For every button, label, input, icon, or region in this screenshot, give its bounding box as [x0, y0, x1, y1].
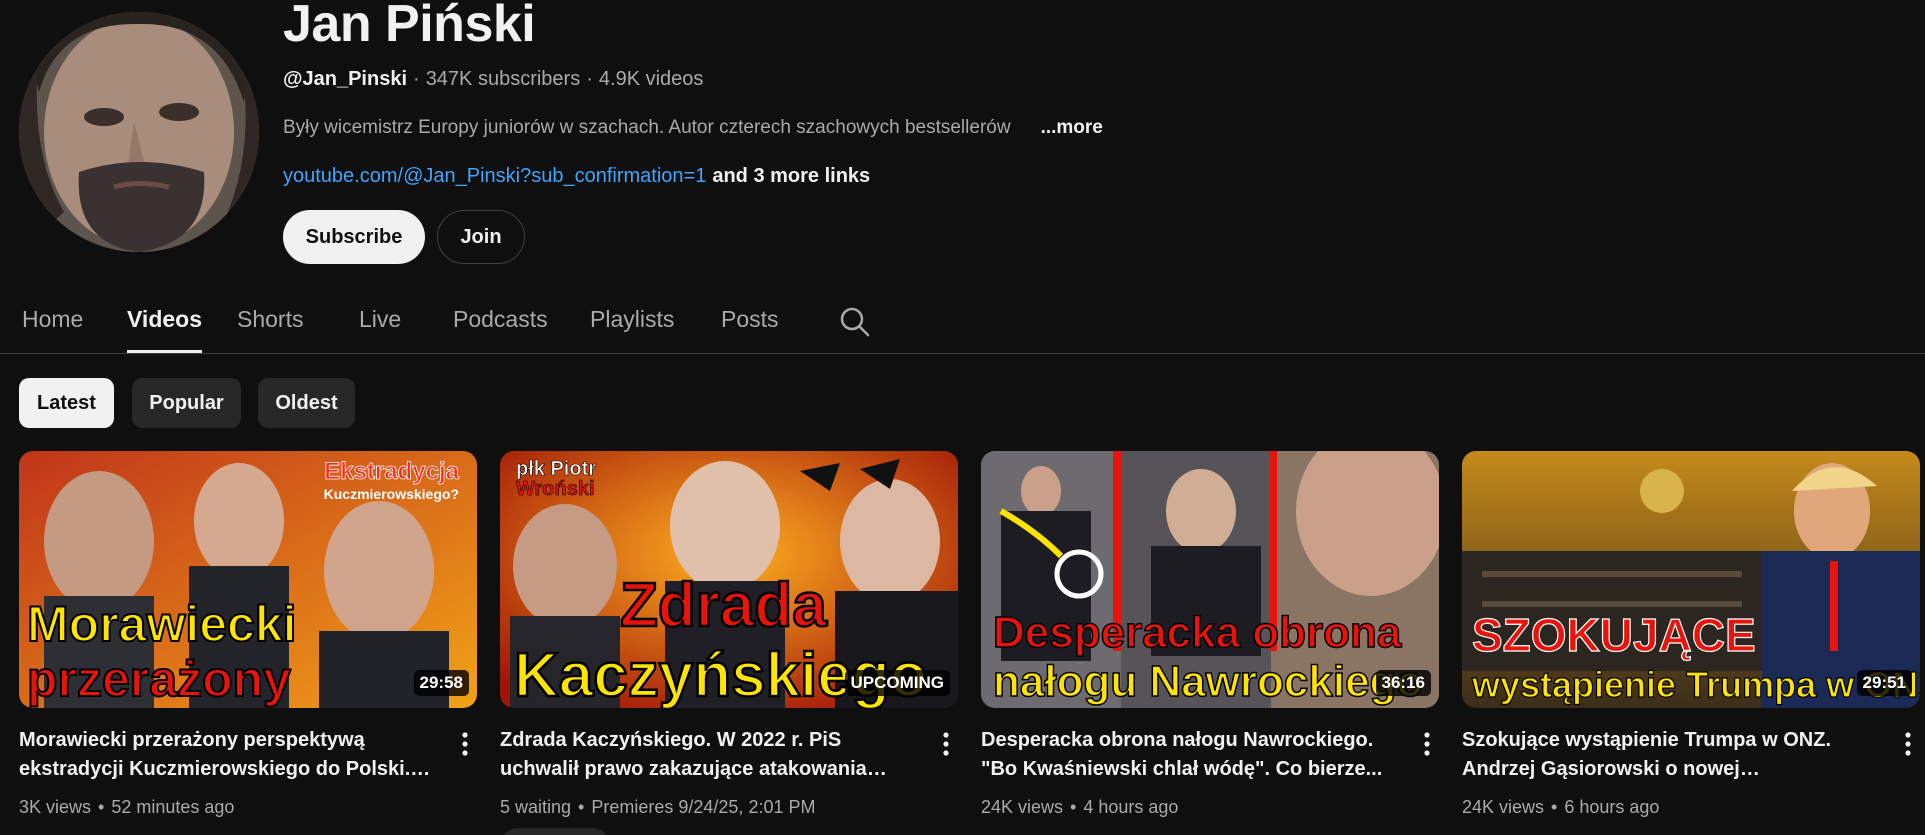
- channel-tabs: Home Videos Shorts Live Podcasts Playlis…: [0, 296, 1925, 354]
- video-title[interactable]: Desperacka obrona nałogu Nawrockiego. "B…: [981, 726, 1401, 784]
- tab-home[interactable]: Home: [22, 306, 83, 353]
- thumb-overlay-text: Zdrada: [620, 571, 827, 640]
- thumb-overlay-text: SZOKUJĄCE: [1472, 609, 1756, 661]
- tab-podcasts[interactable]: Podcasts: [453, 306, 548, 353]
- video-thumbnail[interactable]: Desperacka obrona nałogu Nawrockiego 36:…: [981, 451, 1439, 708]
- channel-description[interactable]: Były wicemistrz Europy juniorów w szacha…: [283, 117, 1103, 139]
- premiere-time: Premieres 9/24/25, 2:01 PM: [591, 797, 816, 817]
- chip-latest[interactable]: Latest: [19, 378, 114, 428]
- subscriber-count: 347K subscribers: [425, 68, 581, 90]
- duration-badge: 29:51: [1856, 670, 1912, 696]
- more-vert-icon[interactable]: [453, 729, 477, 759]
- more-vert-icon[interactable]: [1896, 729, 1920, 759]
- thumb-overlay-text: Ekstradycja: [324, 458, 459, 485]
- video-thumbnail[interactable]: Ekstradycja Kuczmierowskiego? Morawiecki…: [19, 451, 477, 708]
- description-more-button[interactable]: ...more: [1041, 117, 1103, 138]
- stats-separator: •: [1551, 797, 1558, 817]
- tab-posts[interactable]: Posts: [721, 306, 779, 353]
- more-vert-icon[interactable]: [1415, 729, 1439, 759]
- channel-name: Jan Piński: [283, 0, 536, 53]
- description-text: Były wicemistrz Europy juniorów w szacha…: [283, 117, 1011, 138]
- thumb-overlay-text: wystąpienie Trumpa w ONZ: [1471, 664, 1920, 705]
- duration-badge: 36:16: [1375, 670, 1431, 696]
- thumb-overlay-text: Desperacka obrona: [993, 608, 1402, 657]
- chip-oldest[interactable]: Oldest: [258, 378, 355, 428]
- video-card[interactable]: płk Piotr Wroński Zdrada Kaczyńskiego UP…: [500, 451, 958, 835]
- video-title[interactable]: Szokujące wystąpienie Trumpa w ONZ. Andr…: [1462, 726, 1882, 784]
- subscribe-button[interactable]: Subscribe: [283, 210, 425, 264]
- channel-avatar[interactable]: [19, 12, 259, 252]
- more-links-button[interactable]: and 3 more links: [712, 165, 870, 187]
- channel-meta: @Jan_Pinski · 347K subscribers · 4.9K videos: [283, 68, 703, 91]
- video-thumbnail[interactable]: SZOKUJĄCE wystąpienie Trumpa w ONZ 29:51: [1462, 451, 1920, 708]
- video-card[interactable]: SZOKUJĄCE wystąpienie Trumpa w ONZ 29:51…: [1462, 451, 1920, 835]
- channel-link[interactable]: youtube.com/@Jan_Pinski?sub_confirmation…: [283, 165, 706, 187]
- upload-time: 6 hours ago: [1564, 797, 1660, 817]
- stats-separator: •: [98, 797, 105, 817]
- thumbnail-image: SZOKUJĄCE wystąpienie Trumpa w ONZ: [1462, 451, 1920, 708]
- tab-live[interactable]: Live: [359, 306, 401, 353]
- tab-videos[interactable]: Videos: [127, 306, 202, 353]
- stats-separator: •: [578, 797, 585, 817]
- channel-handle: @Jan_Pinski: [283, 68, 408, 90]
- video-stats: 24K views • 6 hours ago: [1462, 797, 1659, 818]
- video-card[interactable]: Ekstradycja Kuczmierowskiego? Morawiecki…: [19, 451, 477, 835]
- notify-button[interactable]: [500, 828, 610, 835]
- view-count: 24K views: [1462, 797, 1545, 817]
- thumb-overlay-text: Kuczmierowskiego?: [324, 486, 459, 502]
- chip-popular[interactable]: Popular: [132, 378, 241, 428]
- view-count: 24K views: [981, 797, 1064, 817]
- tab-shorts[interactable]: Shorts: [237, 306, 303, 353]
- thumb-overlay-text: nałogu Nawrockiego: [993, 657, 1423, 706]
- channel-links: youtube.com/@Jan_Pinski?sub_confirmation…: [283, 165, 870, 188]
- video-title[interactable]: Morawiecki przerażony perspektywą ekstra…: [19, 726, 439, 784]
- upload-time: 4 hours ago: [1083, 797, 1179, 817]
- meta-separator: ·: [586, 68, 593, 90]
- thumb-overlay-text: przerażony: [27, 651, 291, 707]
- upload-time: 52 minutes ago: [111, 797, 235, 817]
- waiting-count: 5 waiting: [500, 797, 572, 817]
- join-button[interactable]: Join: [437, 210, 525, 264]
- video-card[interactable]: Desperacka obrona nałogu Nawrockiego 36:…: [981, 451, 1439, 835]
- stats-separator: •: [1070, 797, 1077, 817]
- thumb-overlay-text: Morawiecki: [27, 596, 297, 652]
- avatar-image: [19, 12, 259, 252]
- view-count: 3K views: [19, 797, 92, 817]
- duration-badge: 29:58: [413, 670, 469, 696]
- video-stats: 3K views • 52 minutes ago: [19, 797, 234, 818]
- thumbnail-image: Ekstradycja Kuczmierowskiego? Morawiecki…: [19, 451, 477, 708]
- video-stats: 5 waiting • Premieres 9/24/25, 2:01 PM: [500, 797, 815, 818]
- video-count: 4.9K videos: [598, 68, 704, 90]
- more-vert-icon[interactable]: [934, 729, 958, 759]
- tab-playlists[interactable]: Playlists: [590, 306, 674, 353]
- thumb-overlay-text: płk Piotr: [516, 458, 596, 480]
- thumb-overlay-text: Wroński: [516, 478, 595, 500]
- video-thumbnail[interactable]: płk Piotr Wroński Zdrada Kaczyńskiego UP…: [500, 451, 958, 708]
- search-icon[interactable]: [839, 306, 871, 338]
- channel-page: Jan Piński @Jan_Pinski · 347K subscribers ·…: [0, 0, 1925, 835]
- video-title[interactable]: Zdrada Kaczyńskiego. W 2022 r. PiS uchwa…: [500, 726, 920, 784]
- upcoming-badge: UPCOMING: [844, 670, 950, 696]
- thumbnail-image: Desperacka obrona nałogu Nawrockiego: [981, 451, 1439, 708]
- meta-separator: ·: [413, 68, 420, 90]
- video-stats: 24K views • 4 hours ago: [981, 797, 1178, 818]
